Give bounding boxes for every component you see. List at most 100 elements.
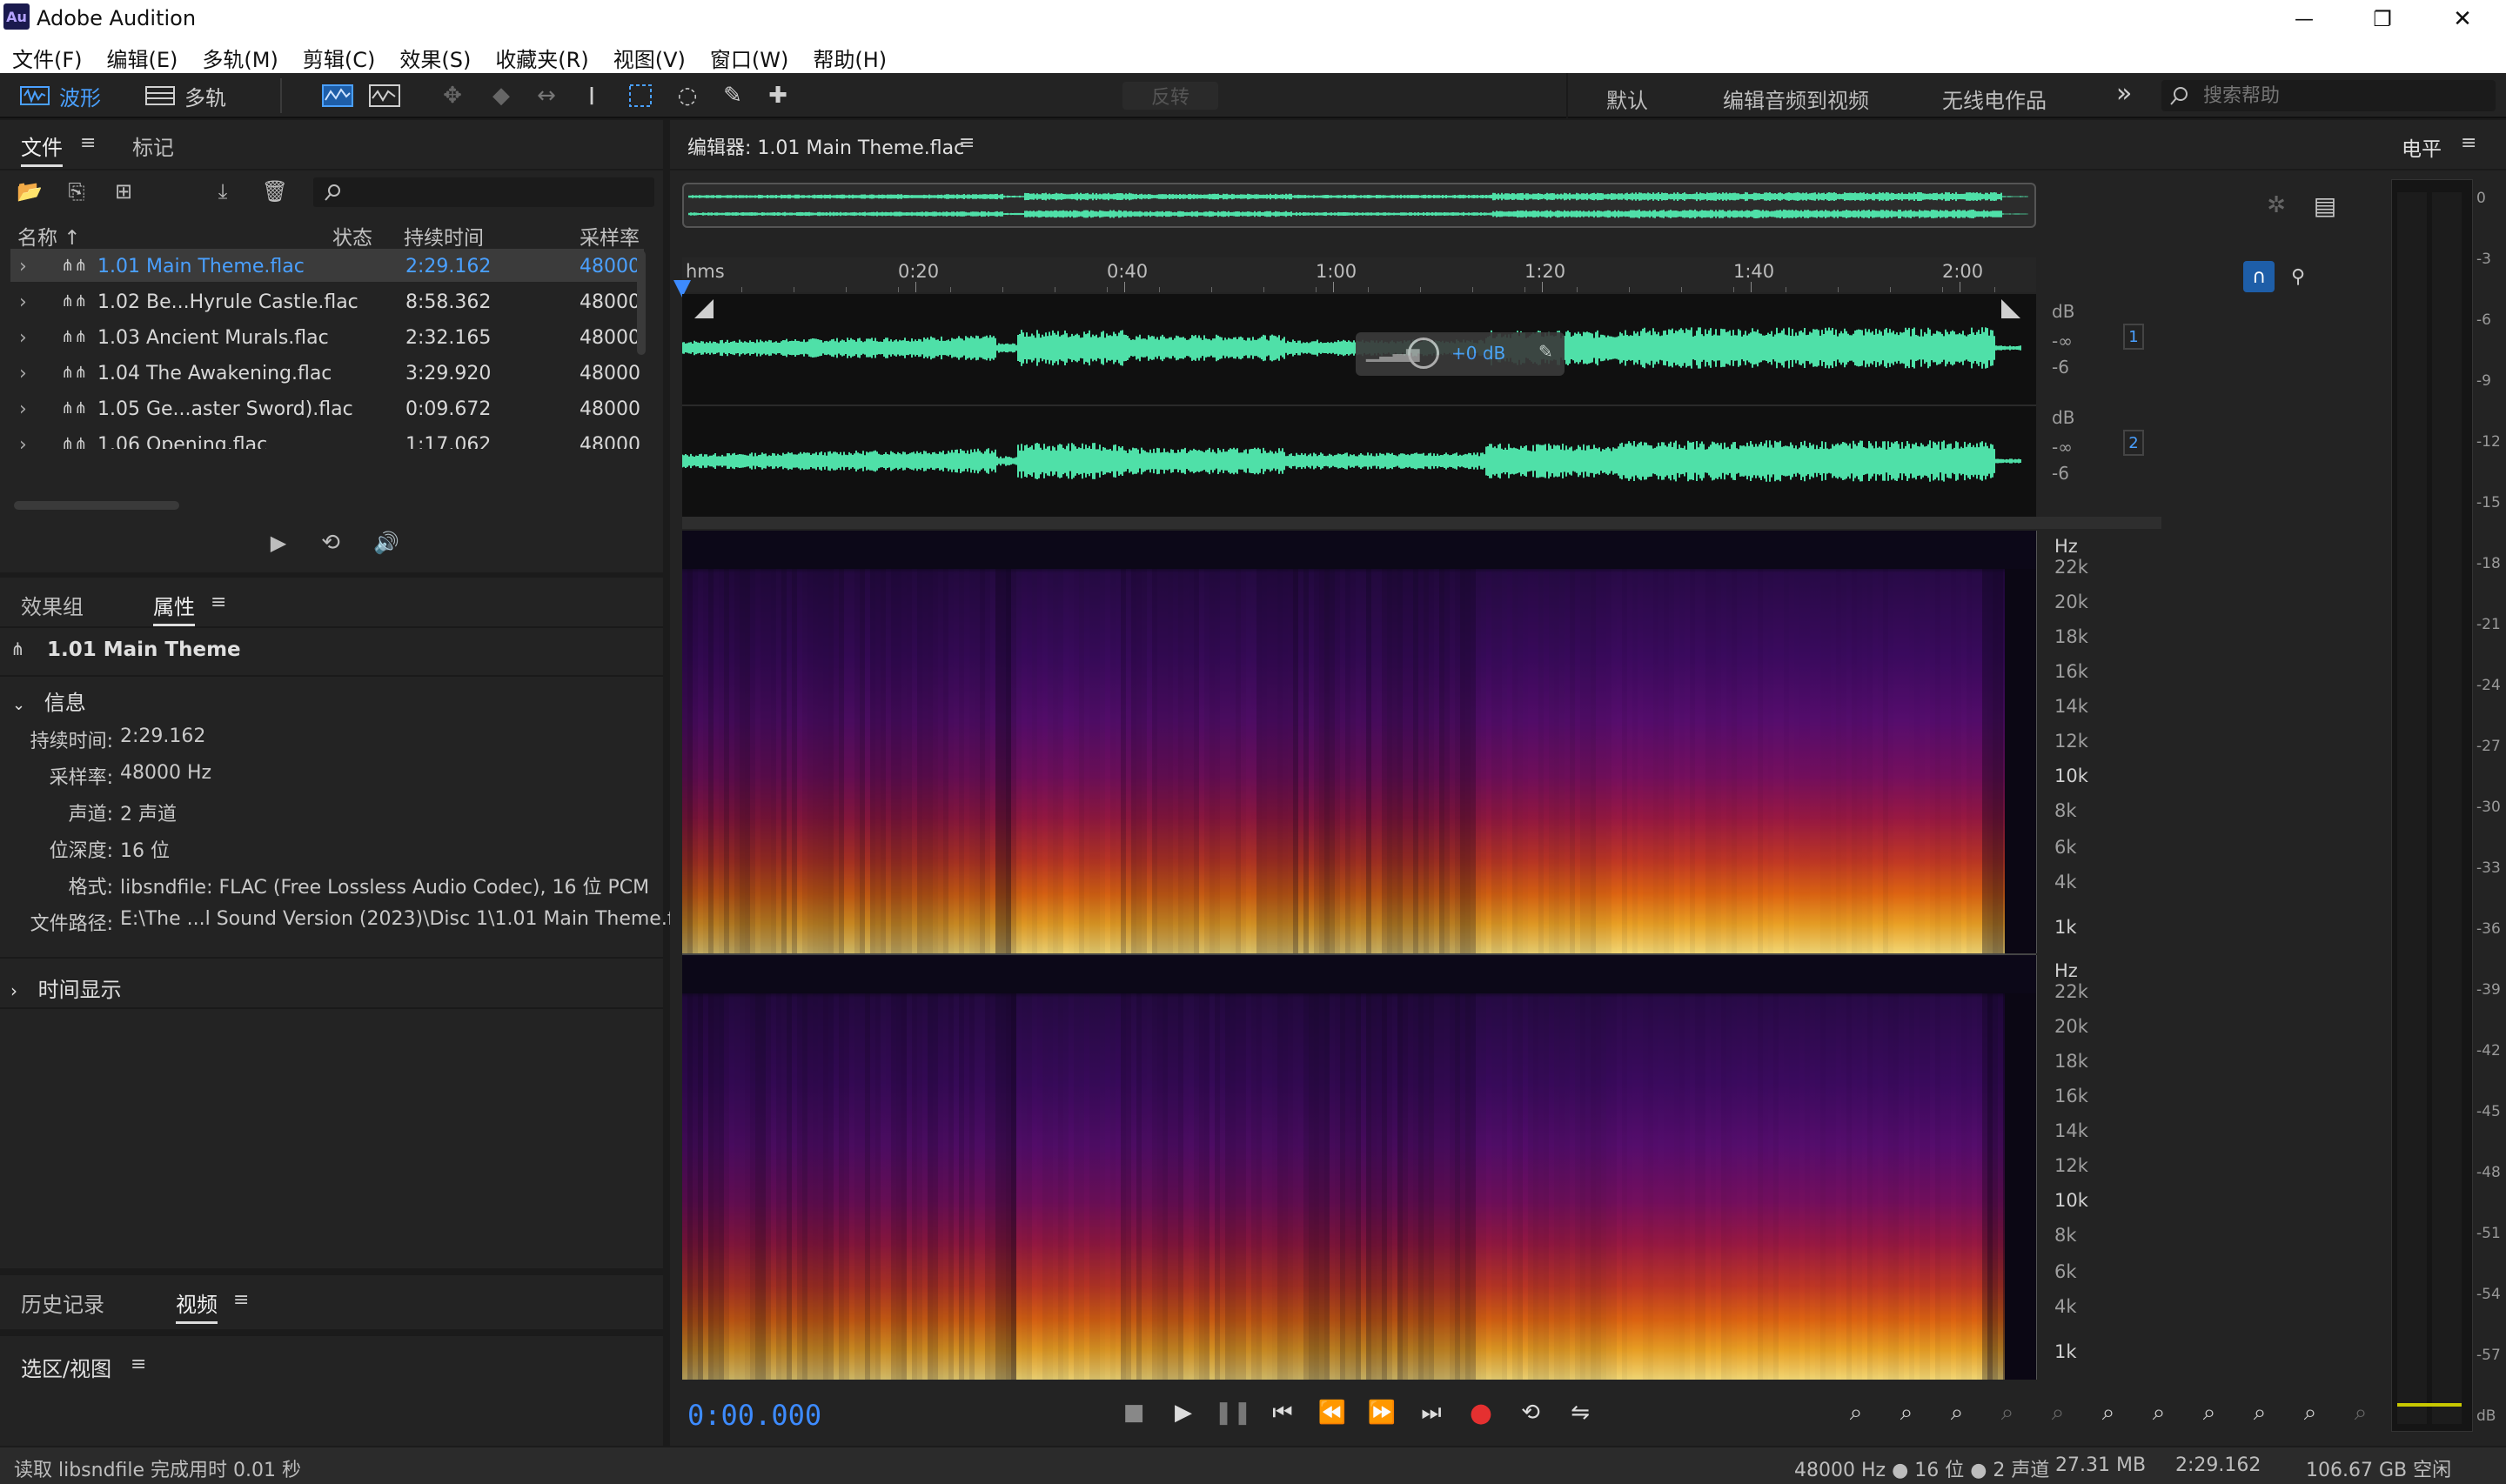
loop-button[interactable]: ⟲	[1511, 1395, 1551, 1430]
zoom-out-full-icon[interactable]: ⌕	[2088, 1395, 2128, 1430]
menu-effects[interactable]: 效果(S)	[399, 43, 471, 73]
tab-markers[interactable]: 标记	[132, 130, 174, 161]
channel-1-badge[interactable]: 1	[2123, 324, 2144, 350]
new-file-icon[interactable]: ⊞	[104, 177, 143, 205]
spectral-pitch-icon[interactable]	[367, 80, 402, 111]
help-search[interactable]	[2161, 80, 2496, 111]
help-search-input[interactable]	[2203, 84, 2482, 108]
channel-2-badge[interactable]: 2	[2123, 430, 2144, 456]
zoom-to-selection-icon[interactable]: ⌕	[2038, 1395, 2078, 1430]
file-row[interactable]: › ⋔⋔ 1.06 Opening.flac 1:17.062 48000	[10, 427, 644, 449]
go-to-end-button[interactable]: ⏭	[1411, 1395, 1451, 1430]
zoom-out-amplitude-icon[interactable]: ⌕	[1886, 1395, 1926, 1430]
zoom-in-left-icon[interactable]: ⌕	[2139, 1395, 2179, 1430]
menu-multitrack[interactable]: 多轨(M)	[202, 43, 278, 73]
spot-healing-tool-icon[interactable]: ✚	[761, 80, 795, 111]
zoom-frequency-icon[interactable]: ⌕	[2341, 1395, 2381, 1430]
time-display[interactable]: 0:00.000	[687, 1399, 821, 1432]
column-name[interactable]: 名称 ↑	[17, 221, 81, 251]
multitrack-view-button[interactable]: 多轨	[144, 80, 249, 111]
waveform-display[interactable]: ▁▂▃▅ +0 dB ✎	[681, 294, 2036, 517]
column-sample-rate[interactable]: 采样率	[580, 221, 640, 251]
open-file-icon[interactable]: 📂	[14, 177, 45, 205]
hud-gain-control[interactable]: ▁▂▃▅ +0 dB ✎	[1356, 332, 1565, 376]
panel-menu-icon[interactable]: ≡	[211, 592, 226, 613]
menu-clip[interactable]: 剪辑(C)	[303, 43, 375, 73]
chevron-right-icon[interactable]: ›	[19, 291, 27, 313]
file-row[interactable]: › ⋔⋔ 1.03 Ancient Murals.flac 2:32.165 48000	[10, 320, 644, 353]
file-row[interactable]: › ⋔⋔ 1.01 Main Theme.flac 2:29.162 48000	[10, 249, 644, 282]
snap-icon[interactable]: ∩	[2243, 261, 2275, 292]
invert-button[interactable]: 反转	[1122, 82, 1218, 110]
time-ruler[interactable]: hms 0:20 0:40 1:00 1:20 1:40 2:00	[682, 257, 2036, 292]
file-row[interactable]: › ⋔⋔ 1.02 Be...Hyrule Castle.flac 8:58.362 4…	[10, 284, 644, 318]
splitter-bar[interactable]	[682, 517, 2161, 529]
razor-tool-icon[interactable]: ◆	[484, 80, 519, 111]
slip-tool-icon[interactable]: ↔	[529, 80, 564, 111]
pause-button[interactable]: ❚❚	[1213, 1395, 1253, 1430]
waveform-view-button[interactable]: 波形	[19, 80, 124, 111]
time-display-section-header[interactable]: › 时间显示	[10, 973, 122, 1003]
rewind-button[interactable]: ⏪	[1312, 1395, 1352, 1430]
menu-view[interactable]: 视图(V)	[613, 43, 686, 73]
menu-help[interactable]: 帮助(H)	[813, 43, 887, 73]
panel-menu-icon[interactable]: ≡	[80, 132, 96, 154]
lasso-tool-icon[interactable]: ◌	[670, 80, 705, 111]
loop-preview-icon[interactable]: ⟲	[315, 529, 346, 557]
chevron-right-icon[interactable]: ›	[19, 434, 27, 449]
chevron-right-icon[interactable]: ›	[19, 327, 27, 349]
record-button[interactable]: ●	[1461, 1395, 1501, 1430]
autoplay-icon[interactable]: 🔊	[367, 529, 405, 557]
marker-pin-icon[interactable]: ⚲	[2285, 261, 2311, 292]
maximize-button[interactable]: ❐	[2356, 0, 2409, 38]
menu-favorites[interactable]: 收藏夹(R)	[495, 43, 588, 73]
time-selection-tool-icon[interactable]: I	[574, 80, 609, 111]
pin-icon[interactable]: ✎	[1538, 341, 1553, 362]
move-tool-icon[interactable]: ✥	[435, 80, 470, 111]
chevron-right-icon[interactable]: ›	[19, 398, 27, 420]
panel-menu-icon[interactable]: ≡	[959, 132, 975, 154]
more-workspaces-button[interactable]: »	[2116, 78, 2132, 109]
file-list-hscrollbar[interactable]	[14, 501, 179, 510]
panel-menu-icon[interactable]: ≡	[2461, 132, 2476, 154]
menu-file[interactable]: 文件(F)	[12, 43, 83, 73]
tab-video[interactable]: 视频	[176, 1287, 218, 1324]
menu-window[interactable]: 窗口(W)	[710, 43, 788, 73]
info-section-header[interactable]: ⌄ 信息	[12, 685, 86, 716]
fast-forward-button[interactable]: ⏩	[1362, 1395, 1402, 1430]
zoom-in-right-icon[interactable]: ⌕	[2189, 1395, 2229, 1430]
zoom-nav-icon[interactable]: ✲	[2259, 190, 2294, 221]
workspace-edit-audio-to-video[interactable]: 编辑音频到视频	[1723, 84, 1869, 114]
panel-menu-icon[interactable]: ≡	[131, 1354, 146, 1375]
file-list-scrollbar[interactable]	[637, 251, 646, 355]
panel-menu-icon[interactable]: ≡	[233, 1289, 249, 1311]
chevron-right-icon[interactable]: ›	[19, 256, 27, 277]
zoom-out-all-icon[interactable]: ⌕	[2240, 1395, 2280, 1430]
column-duration[interactable]: 持续时间	[404, 221, 484, 251]
go-to-start-button[interactable]: ⏮	[1263, 1395, 1303, 1430]
file-search-field[interactable]	[313, 177, 654, 207]
zoom-in-time-icon[interactable]: ⌕	[1937, 1395, 1977, 1430]
file-row[interactable]: › ⋔⋔ 1.04 The Awakening.flac 3:29.920 48000	[10, 356, 644, 389]
workspace-radio-production[interactable]: 无线电作品	[1942, 84, 2047, 114]
marquee-tool-icon[interactable]	[623, 80, 658, 111]
close-button[interactable]: ✕	[2436, 0, 2489, 38]
workspace-default[interactable]: 默认	[1606, 84, 1648, 114]
editor-title[interactable]: 编辑器: 1.01 Main Theme.flac	[687, 132, 964, 160]
chevron-right-icon[interactable]: ›	[19, 363, 27, 384]
panel-options-icon[interactable]: ▤	[2308, 190, 2342, 221]
zoom-reset-icon[interactable]: ⌕	[2290, 1395, 2330, 1430]
tab-effects-rack[interactable]: 效果组	[21, 590, 84, 620]
tab-properties[interactable]: 属性	[153, 590, 195, 626]
zoom-in-amplitude-icon[interactable]: ⌕	[1836, 1395, 1876, 1430]
play-button[interactable]: ▶	[1163, 1395, 1203, 1430]
delete-icon[interactable]: 🗑	[259, 177, 291, 205]
column-status[interactable]: 状态	[332, 221, 372, 251]
tab-selection-view[interactable]: 选区/视图	[21, 1352, 111, 1382]
tab-history[interactable]: 历史记录	[21, 1287, 104, 1318]
spectral-display-icon[interactable]	[320, 80, 355, 111]
tab-files[interactable]: 文件	[21, 130, 63, 167]
menu-edit[interactable]: 编辑(E)	[107, 43, 178, 73]
brush-tool-icon[interactable]: ✎	[715, 80, 750, 111]
import-file-icon[interactable]: ⎘	[59, 177, 94, 205]
